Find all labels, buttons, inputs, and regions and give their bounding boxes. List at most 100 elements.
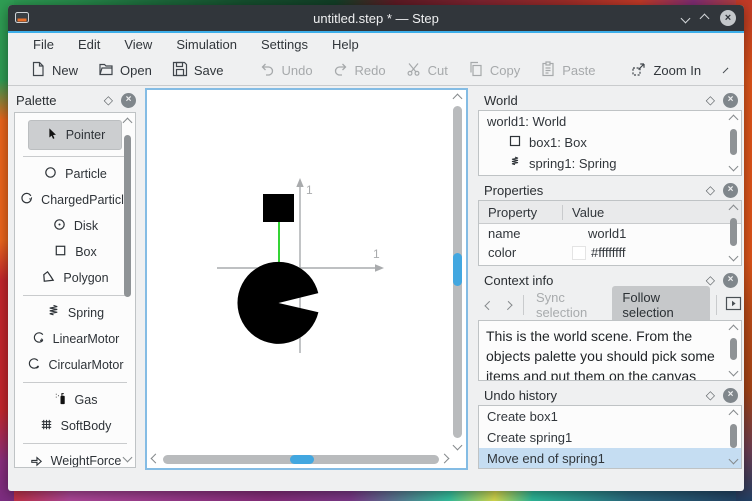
palette-list: Pointer Particle ChargedParticle Disk Bo… [14,112,136,468]
new-document-icon [30,61,46,80]
value-column-header[interactable]: Value [563,205,604,220]
palette-item-chargedparticle[interactable]: ChargedParticle [19,187,131,213]
undo-title: Undo history [484,387,557,403]
world-title: World [484,92,518,108]
close-panel-icon[interactable]: × [723,92,738,108]
save-button[interactable]: Save [164,57,232,84]
undo-item-create-spring1[interactable]: Create spring1 [479,427,741,448]
properties-scrollbar[interactable] [727,203,740,263]
toolbar: New Open Save Undo Redo Cut Copy Paste Z… [8,55,744,86]
app-window: untitled.step * — Step × File Edit View … [8,5,744,491]
world-panel-header: World ◇ × [478,89,742,111]
menubar: File Edit View Simulation Settings Help [8,33,744,55]
palette-separator [23,295,127,296]
undo-item-move-end-of-spring1[interactable]: Move end of spring1 [479,448,741,468]
y-axis-tick-label: 1 [306,183,313,197]
canvas-horizontal-scrollbar[interactable] [163,455,439,464]
undo-scrollbar[interactable] [727,408,740,466]
palette-item-pointer[interactable]: Pointer [27,120,123,150]
canvas-vertical-thumb[interactable] [453,253,462,286]
box-icon [509,135,521,150]
redo-button[interactable]: Redo [325,57,394,84]
world-tree-item-world1[interactable]: world1: World [479,111,741,132]
property-row-color[interactable]: color #ffffffff [479,243,741,262]
canvas-horizontal-thumb[interactable] [290,455,314,464]
undo-button[interactable]: Undo [251,57,320,84]
zoom-in-button[interactable]: Zoom In [623,57,709,84]
paste-clipboard-icon [540,60,556,80]
menu-help[interactable]: Help [325,35,366,54]
disk-icon [52,217,67,235]
context-toolbar: Sync selection Follow selection [480,286,742,324]
palette-title: Palette [16,92,57,108]
palette-item-disk[interactable]: Disk [52,213,98,239]
palette-item-softbody[interactable]: SoftBody [39,413,111,439]
property-column-header[interactable]: Property [479,204,563,220]
palette-item-box[interactable]: Box [53,239,97,265]
world-tree-item-spring1[interactable]: spring1: Spring [479,153,741,174]
disk-object[interactable] [237,261,319,344]
open-in-browser-icon[interactable] [725,296,742,314]
cut-button[interactable]: Cut [398,57,456,84]
menu-file[interactable]: File [26,35,61,54]
pointer-cursor-icon [45,127,59,144]
scene-drawing: 1 1 [217,178,384,353]
polygon-icon [41,269,56,287]
undo-history-list: Create box1 Create spring1 Move end of s… [478,405,742,469]
titlebar[interactable]: untitled.step * — Step × [8,5,744,31]
circular-motor-icon [26,356,41,374]
menu-edit[interactable]: Edit [71,35,107,54]
float-panel-icon[interactable]: ◇ [706,183,715,197]
close-panel-icon[interactable]: × [723,387,738,403]
sync-selection-button[interactable]: Sync selection [536,290,606,320]
copy-button[interactable]: Copy [460,57,528,84]
palette-item-linearmotor[interactable]: LinearMotor [31,326,119,352]
copy-icon [468,61,484,80]
palette-item-weightforce[interactable]: WeightForce [29,448,121,467]
property-row-name[interactable]: name world1 [479,224,741,243]
close-panel-icon[interactable]: × [723,182,738,198]
context-scrollbar[interactable] [727,323,740,378]
float-panel-icon[interactable]: ◇ [706,273,715,287]
context-text-line: items and put them on the canvas [486,368,697,381]
maximize-icon[interactable] [699,13,710,23]
menu-view[interactable]: View [117,35,159,54]
toolbar-overflow-icon[interactable] [722,67,729,73]
properties-panel-header: Properties ◇ × [478,179,742,201]
world-tree-item-box1[interactable]: box1: Box [479,132,741,153]
new-button[interactable]: New [22,57,86,84]
world-scrollbar[interactable] [727,113,740,173]
open-folder-icon [98,61,114,80]
gas-spray-icon [53,391,68,409]
palette-item-circularmotor[interactable]: CircularMotor [26,352,124,378]
x-axis-arrow [375,264,384,272]
palette-item-polygon[interactable]: Polygon [41,265,109,291]
close-window-icon[interactable]: × [720,10,736,26]
box-object[interactable] [263,194,294,222]
undo-item-create-box1[interactable]: Create box1 [479,406,741,427]
palette-item-particle[interactable]: Particle [43,161,107,187]
history-forward-icon[interactable] [503,300,513,310]
palette-item-gas[interactable]: Gas [53,387,97,413]
minimize-icon[interactable] [680,13,691,23]
float-panel-icon[interactable]: ◇ [706,93,715,107]
close-panel-icon[interactable]: × [121,92,136,108]
float-panel-icon[interactable]: ◇ [706,388,715,402]
palette-panel-header: Palette ◇ × [10,89,140,111]
close-panel-icon[interactable]: × [723,272,738,288]
follow-selection-button[interactable]: Follow selection [612,286,711,324]
open-button[interactable]: Open [90,57,160,84]
menu-simulation[interactable]: Simulation [169,35,244,54]
x-axis-tick-label: 1 [373,247,380,261]
properties-table-header: Property Value [479,201,741,224]
palette-scrollbar[interactable] [121,115,134,465]
scene-canvas[interactable]: 1 1 [145,88,468,470]
float-panel-icon[interactable]: ◇ [104,93,113,107]
properties-table: Property Value name world1 color #ffffff… [478,200,742,266]
palette-item-spring[interactable]: Spring [46,300,104,326]
palette-separator [23,382,127,383]
history-back-icon[interactable] [484,300,494,310]
menu-settings[interactable]: Settings [254,35,315,54]
paste-button[interactable]: Paste [532,57,603,84]
canvas-vertical-scrollbar[interactable] [453,106,462,438]
